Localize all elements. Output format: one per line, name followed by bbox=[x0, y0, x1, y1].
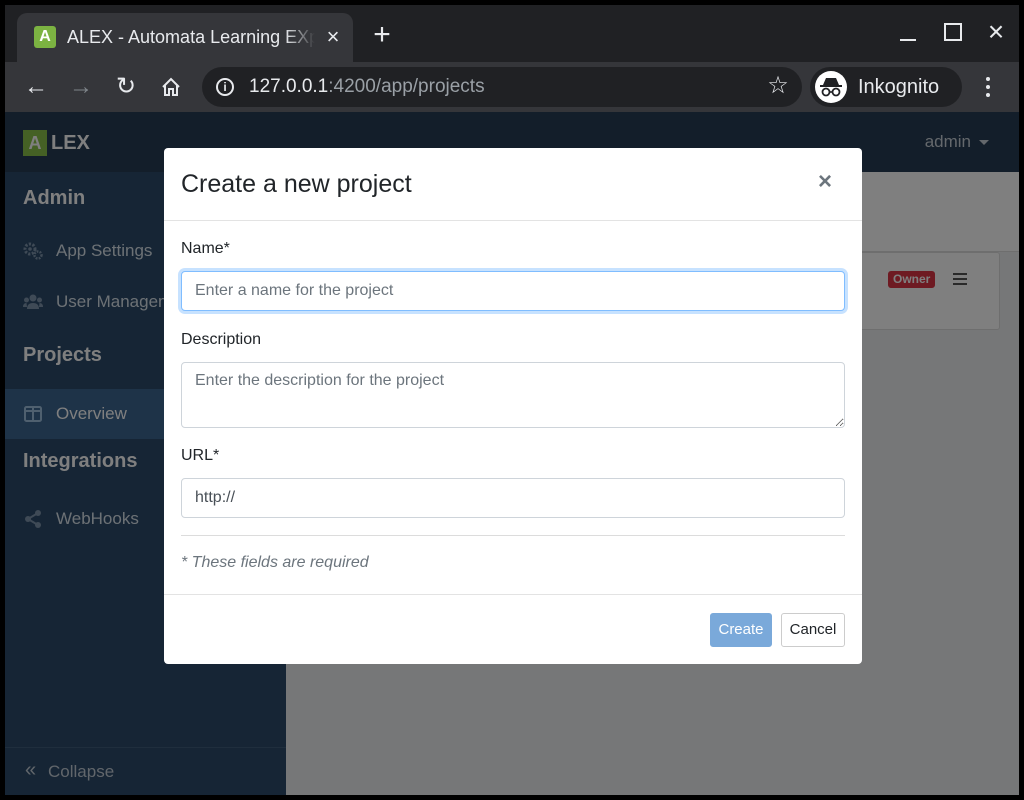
url-path: :4200/app/projects bbox=[328, 76, 485, 97]
maximize-icon[interactable] bbox=[937, 17, 967, 47]
modal-title: Create a new project bbox=[181, 170, 412, 198]
modal-footer: Create Cancel bbox=[164, 594, 862, 664]
back-icon[interactable]: ← bbox=[21, 72, 51, 102]
incognito-profile-button[interactable]: Inkognito bbox=[810, 67, 962, 107]
window-close-icon[interactable]: × bbox=[981, 17, 1011, 47]
required-fields-note: * These fields are required bbox=[181, 554, 369, 571]
project-description-input[interactable] bbox=[181, 362, 845, 428]
description-label: Description bbox=[181, 331, 262, 348]
bookmark-star-icon[interactable]: ☆ bbox=[766, 74, 790, 98]
home-icon[interactable] bbox=[156, 72, 186, 102]
browser-tab[interactable]: A ALEX - Automata Learning EXperience × bbox=[17, 13, 353, 62]
form-divider bbox=[181, 535, 845, 536]
reload-icon[interactable]: ↻ bbox=[111, 72, 141, 102]
modal-header: Create a new project × bbox=[164, 148, 862, 221]
url-host: 127.0.0.1 bbox=[249, 76, 329, 97]
project-name-input[interactable] bbox=[181, 271, 845, 311]
create-button[interactable]: Create bbox=[710, 613, 772, 647]
incognito-icon bbox=[815, 71, 847, 103]
tab-close-icon[interactable]: × bbox=[322, 26, 344, 48]
browser-toolbar: ← → ↻ i 127.0.0.1:4200/app/projects ☆ In… bbox=[5, 62, 1019, 112]
profile-name: Inkognito bbox=[858, 76, 940, 98]
site-info-icon[interactable]: i bbox=[216, 78, 234, 96]
project-url-input[interactable] bbox=[181, 478, 845, 518]
address-url[interactable]: 127.0.0.1:4200/app/projects bbox=[249, 67, 485, 107]
modal-close-icon[interactable]: × bbox=[818, 170, 832, 194]
browser-menu-icon[interactable] bbox=[980, 74, 996, 100]
favicon: A bbox=[34, 26, 56, 48]
address-bar[interactable]: i 127.0.0.1:4200/app/projects ☆ bbox=[202, 67, 802, 107]
tab-title: ALEX - Automata Learning EXperience bbox=[67, 27, 315, 47]
name-label: Name* bbox=[181, 240, 230, 257]
forward-icon[interactable]: → bbox=[66, 72, 96, 102]
create-project-modal: Create a new project × Name* Description… bbox=[164, 148, 862, 664]
page-viewport: A LEX admin Admin App Settings User Mana… bbox=[5, 112, 1019, 795]
browser-window: A ALEX - Automata Learning EXperience × … bbox=[5, 5, 1019, 795]
url-label: URL* bbox=[181, 447, 220, 464]
cancel-button[interactable]: Cancel bbox=[781, 613, 845, 647]
tab-strip: A ALEX - Automata Learning EXperience × … bbox=[5, 5, 1019, 62]
minimize-icon[interactable] bbox=[893, 17, 923, 47]
new-tab-icon[interactable]: + bbox=[367, 20, 397, 50]
